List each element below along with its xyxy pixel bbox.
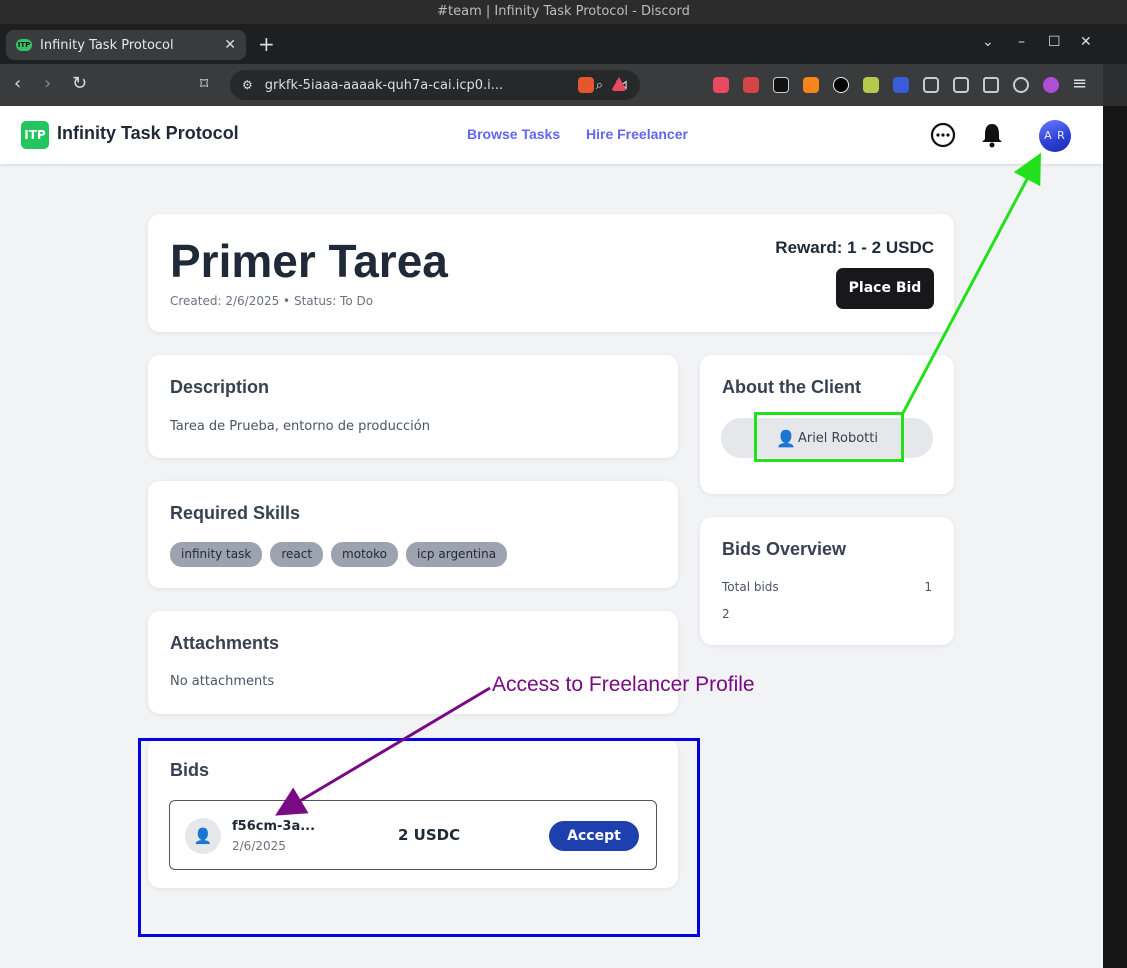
total-bids-label: Total bids bbox=[722, 580, 779, 594]
tab-list-dropdown-icon[interactable]: ⌄ bbox=[982, 34, 994, 50]
extension-x-icon[interactable] bbox=[833, 77, 849, 93]
bookmark-icon[interactable]: ⌑ bbox=[200, 74, 208, 94]
site-brand[interactable]: Infinity Task Protocol bbox=[57, 123, 239, 144]
user-avatar[interactable]: A R bbox=[1039, 120, 1071, 152]
nav-hire-freelancer[interactable]: Hire Freelancer bbox=[586, 126, 688, 142]
menu-icon[interactable]: ≡ bbox=[1072, 74, 1087, 94]
metamask-icon[interactable] bbox=[803, 77, 819, 93]
sidebar-icon[interactable] bbox=[953, 77, 969, 93]
bids-second-value: 2 bbox=[722, 607, 730, 621]
browser-toolbar: ‹ › ↻ ⌑ ⚙ grkfk-5iaaa-aaaak-quh7a-cai.ic… bbox=[0, 64, 1103, 106]
description-card: Description Tarea de Prueba, entorno de … bbox=[148, 355, 678, 458]
bell-icon[interactable] bbox=[978, 121, 1006, 149]
skill-chip: icp argentina bbox=[406, 542, 508, 567]
close-window-button[interactable]: ✕ bbox=[1080, 34, 1092, 50]
nav-browse-tasks[interactable]: Browse Tasks bbox=[467, 126, 560, 142]
description-text: Tarea de Prueba, entorno de producción bbox=[170, 419, 430, 434]
minimize-button[interactable]: – bbox=[1018, 34, 1025, 50]
maximize-button[interactable]: ☐ bbox=[1048, 34, 1061, 50]
task-reward: Reward: 1 - 2 USDC bbox=[775, 238, 934, 257]
window-title: #team | Infinity Task Protocol - Discord bbox=[0, 0, 1127, 24]
reload-icon[interactable]: ↻ bbox=[72, 74, 87, 94]
client-heading: About the Client bbox=[722, 377, 861, 397]
site-info-icon[interactable]: ⚙ bbox=[242, 78, 253, 92]
extension-shield-icon[interactable] bbox=[893, 77, 909, 93]
attachments-text: No attachments bbox=[170, 674, 275, 689]
skills-heading: Required Skills bbox=[170, 503, 301, 523]
attachments-heading: Attachments bbox=[170, 633, 280, 653]
description-heading: Description bbox=[170, 377, 270, 397]
site-favicon-icon: ITP bbox=[16, 39, 32, 51]
back-icon[interactable]: ‹ bbox=[14, 74, 21, 94]
forward-icon[interactable]: › bbox=[44, 74, 51, 94]
place-bid-button[interactable]: Place Bid bbox=[836, 268, 934, 309]
total-bids-value: 1 bbox=[924, 580, 932, 594]
side-panel-edge bbox=[1103, 24, 1127, 968]
extension-p-icon[interactable] bbox=[713, 77, 729, 93]
leo-ai-icon[interactable] bbox=[1013, 77, 1029, 93]
new-tab-button[interactable]: + bbox=[258, 34, 275, 54]
url-text: grkfk-5iaaa-aaaak-quh7a-cai.icp0.i... bbox=[264, 77, 504, 93]
task-meta: Created: 2/6/2025 • Status: To Do bbox=[170, 294, 374, 308]
tab-close-icon[interactable]: ✕ bbox=[224, 37, 236, 53]
chat-icon[interactable] bbox=[929, 121, 957, 149]
brave-shields-icon[interactable] bbox=[578, 77, 594, 93]
site-navbar: ITP Infinity Task Protocol Browse Tasks … bbox=[0, 106, 1103, 164]
bids-overview-heading: Bids Overview bbox=[722, 539, 847, 559]
annotation-bids-highlight bbox=[138, 738, 700, 937]
browser-tab-bar: ITP Infinity Task Protocol ✕ + ⌄ – ☐ ✕ bbox=[0, 24, 1103, 64]
task-title: Primer Tarea bbox=[170, 235, 448, 287]
total-bids-row: Total bids 1 bbox=[722, 580, 932, 594]
extension-leaf-icon[interactable] bbox=[863, 77, 879, 93]
annotation-client-highlight bbox=[754, 412, 904, 462]
skill-chip: motoko bbox=[331, 542, 398, 567]
skill-chip: react bbox=[270, 542, 324, 567]
profile-icon[interactable] bbox=[1043, 77, 1059, 93]
annotation-freelancer-label: Access to Freelancer Profile bbox=[492, 673, 755, 696]
skills-card: Required Skills infinity task react moto… bbox=[148, 481, 678, 588]
bids-overview-card: Bids Overview Total bids 1 2 bbox=[700, 517, 954, 645]
extensions-puzzle-icon[interactable] bbox=[923, 77, 939, 93]
extension-lock-icon[interactable] bbox=[743, 77, 759, 93]
zoom-icon[interactable]: ⌕ bbox=[596, 78, 603, 93]
wallet-icon[interactable] bbox=[983, 77, 999, 93]
site-logo[interactable]: ITP bbox=[21, 121, 49, 149]
browser-tab[interactable]: ITP Infinity Task Protocol ✕ bbox=[6, 30, 246, 60]
task-header-card: Primer Tarea Created: 2/6/2025 • Status:… bbox=[148, 214, 954, 332]
skill-chip: infinity task bbox=[170, 542, 263, 567]
extension-glasses-icon[interactable] bbox=[773, 77, 789, 93]
tab-title: Infinity Task Protocol bbox=[40, 37, 174, 53]
attachments-card: Attachments No attachments bbox=[148, 611, 678, 714]
